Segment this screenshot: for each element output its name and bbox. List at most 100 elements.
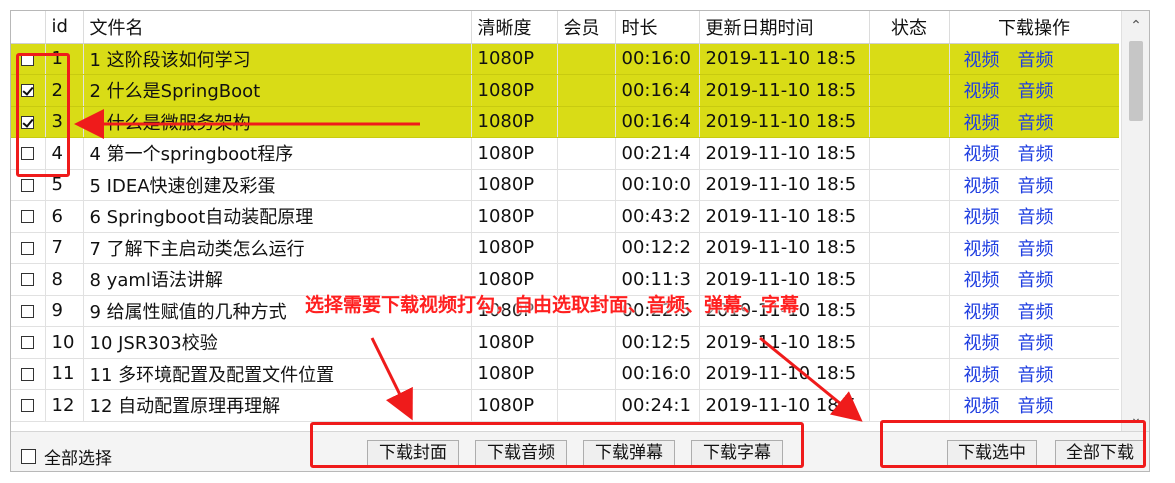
- checkbox-icon[interactable]: [21, 52, 35, 66]
- download-audio-link[interactable]: 音频: [1018, 176, 1054, 197]
- row-checkbox-cell[interactable]: [11, 326, 46, 359]
- table-row[interactable]: 44 第一个springboot程序 1080P 00:21:4 2019-11-10…: [11, 137, 1119, 170]
- download-video-link[interactable]: 视频: [964, 396, 1000, 417]
- row-checkbox-cell[interactable]: [11, 43, 46, 75]
- cell-ops: 视频 音频: [949, 232, 1119, 264]
- cell-duration: 00:16:0: [615, 358, 700, 390]
- table-row[interactable]: 10 10 JSR303校验 1080P 00:12:5 2019-11-10 18:5…: [11, 326, 1119, 359]
- checkbox-icon[interactable]: [21, 210, 35, 224]
- download-danmaku-button[interactable]: 下载弹幕: [583, 440, 675, 466]
- cell-ops: 视频 音频: [949, 295, 1119, 327]
- row-checkbox-cell[interactable]: [11, 232, 46, 264]
- col-header-name[interactable]: 文件名: [83, 11, 472, 44]
- table-row[interactable]: 66 Springboot自动装配原理 1080P 00:43:2 2019-11-1…: [11, 200, 1119, 233]
- table-row[interactable]: 22 什么是SpringBoot 1080P 00:16:4 2019-11-10 1…: [11, 74, 1119, 107]
- cell-status: [869, 326, 950, 359]
- scroll-thumb[interactable]: [1129, 41, 1143, 121]
- row-checkbox-cell[interactable]: [11, 263, 46, 296]
- col-header-duration[interactable]: 时长: [615, 11, 700, 44]
- row-checkbox-cell[interactable]: [11, 295, 46, 327]
- download-subtitle-button[interactable]: 下载字幕: [691, 440, 783, 466]
- download-audio-link[interactable]: 音频: [1018, 396, 1054, 417]
- checkbox-icon[interactable]: [21, 336, 35, 350]
- row-checkbox-cell[interactable]: [11, 200, 46, 233]
- download-selected-button[interactable]: 下载选中: [947, 440, 1037, 466]
- download-audio-link[interactable]: 音频: [1018, 113, 1054, 134]
- cell-status: [869, 295, 950, 327]
- cell-updated: 2019-11-10 18:5: [699, 389, 870, 422]
- download-audio-button[interactable]: 下载音频: [475, 440, 567, 466]
- table-row[interactable]: 99 给属性赋值的几种方式 1080P 00:22:5 2019-11-10 18:5…: [11, 295, 1119, 327]
- cell-ops: 视频 音频: [949, 137, 1119, 170]
- download-video-link[interactable]: 视频: [964, 81, 1000, 102]
- download-video-link[interactable]: 视频: [964, 302, 1000, 323]
- download-audio-link[interactable]: 音频: [1018, 144, 1054, 165]
- download-audio-link[interactable]: 音频: [1018, 239, 1054, 260]
- checkbox-icon[interactable]: [21, 84, 35, 98]
- row-checkbox-cell[interactable]: [11, 358, 46, 390]
- download-video-link[interactable]: 视频: [964, 113, 1000, 134]
- download-audio-link[interactable]: 音频: [1018, 207, 1054, 228]
- download-video-link[interactable]: 视频: [964, 270, 1000, 291]
- download-audio-link[interactable]: 音频: [1018, 365, 1054, 386]
- cell-status: [869, 358, 950, 390]
- checkbox-icon[interactable]: [21, 241, 35, 255]
- cell-file-name: 11 多环境配置及配置文件位置: [83, 358, 472, 390]
- download-video-link[interactable]: 视频: [964, 207, 1000, 228]
- table-row[interactable]: 33 什么是微服务架构 1080P 00:16:4 2019-11-10 18:5 视频…: [11, 106, 1119, 138]
- col-header-ops[interactable]: 下载操作: [949, 11, 1119, 44]
- cell-ops: 视频 音频: [949, 169, 1119, 201]
- checkbox-icon[interactable]: [21, 147, 35, 161]
- table-row[interactable]: 12 12 自动配置原理再理解 1080P 00:24:1 2019-11-10 18:…: [11, 389, 1119, 422]
- col-header-resolution[interactable]: 清晰度: [471, 11, 558, 44]
- download-all-button[interactable]: 全部下载: [1055, 440, 1145, 466]
- table-row[interactable]: 77 了解下主启动类怎么运行 1080P 00:12:2 2019-11-10 18:…: [11, 232, 1119, 264]
- checkbox-icon[interactable]: [21, 273, 35, 287]
- download-video-link[interactable]: 视频: [964, 365, 1000, 386]
- cell-resolution: 1080P: [471, 137, 558, 170]
- cell-status: [869, 106, 950, 138]
- col-header-status[interactable]: 状态: [869, 11, 950, 44]
- col-header-check[interactable]: [11, 11, 46, 44]
- checkbox-icon[interactable]: [21, 399, 35, 413]
- download-video-link[interactable]: 视频: [964, 239, 1000, 260]
- cell-updated: 2019-11-10 18:5: [699, 74, 870, 107]
- table-row[interactable]: 11 这阶段该如何学习 1080P 00:16:0 2019-11-10 18:5 视频…: [11, 43, 1119, 75]
- row-checkbox-cell[interactable]: [11, 169, 46, 201]
- cell-ops: 视频 音频: [949, 263, 1119, 296]
- vertical-scrollbar[interactable]: ⌃ ⌄: [1121, 11, 1149, 431]
- download-audio-link[interactable]: 音频: [1018, 50, 1054, 71]
- cell-duration: 00:16:4: [615, 74, 700, 107]
- col-header-id[interactable]: id: [45, 11, 84, 44]
- cell-duration: 00:12:2: [615, 232, 700, 264]
- cell-duration: 00:43:2: [615, 200, 700, 233]
- checkbox-icon[interactable]: [21, 449, 36, 464]
- select-all-checkbox[interactable]: 全部选择: [21, 444, 112, 469]
- scroll-up-icon[interactable]: ⌃: [1122, 13, 1150, 39]
- download-video-link[interactable]: 视频: [964, 50, 1000, 71]
- download-video-link[interactable]: 视频: [964, 144, 1000, 165]
- row-checkbox-cell[interactable]: [11, 389, 46, 422]
- download-video-link[interactable]: 视频: [964, 176, 1000, 197]
- download-video-link[interactable]: 视频: [964, 333, 1000, 354]
- download-cover-button[interactable]: 下载封面: [367, 440, 459, 466]
- cell-file-name: 6 Springboot自动装配原理: [83, 200, 472, 233]
- col-header-updated[interactable]: 更新日期时间: [699, 11, 870, 44]
- checkbox-icon[interactable]: [21, 115, 35, 129]
- table-row[interactable]: 88 yaml语法讲解 1080P 00:11:3 2019-11-10 18:5 视频…: [11, 263, 1119, 296]
- download-audio-link[interactable]: 音频: [1018, 333, 1054, 354]
- col-header-vip[interactable]: 会员: [557, 11, 616, 44]
- download-audio-link[interactable]: 音频: [1018, 81, 1054, 102]
- cell-file-name: 9 给属性赋值的几种方式: [83, 295, 472, 327]
- row-checkbox-cell[interactable]: [11, 106, 46, 138]
- checkbox-icon[interactable]: [21, 367, 35, 381]
- checkbox-icon[interactable]: [21, 304, 35, 318]
- scroll-down-icon[interactable]: ⌄: [1122, 405, 1150, 431]
- row-checkbox-cell[interactable]: [11, 137, 46, 170]
- download-audio-link[interactable]: 音频: [1018, 270, 1054, 291]
- download-audio-link[interactable]: 音频: [1018, 302, 1054, 323]
- checkbox-icon[interactable]: [21, 178, 35, 192]
- table-row[interactable]: 11 11 多环境配置及配置文件位置 1080P 00:16:0 2019-11-10 …: [11, 358, 1119, 390]
- table-row[interactable]: 55 IDEA快速创建及彩蛋 1080P 00:10:0 2019-11-10 18:…: [11, 169, 1119, 201]
- row-checkbox-cell[interactable]: [11, 74, 46, 107]
